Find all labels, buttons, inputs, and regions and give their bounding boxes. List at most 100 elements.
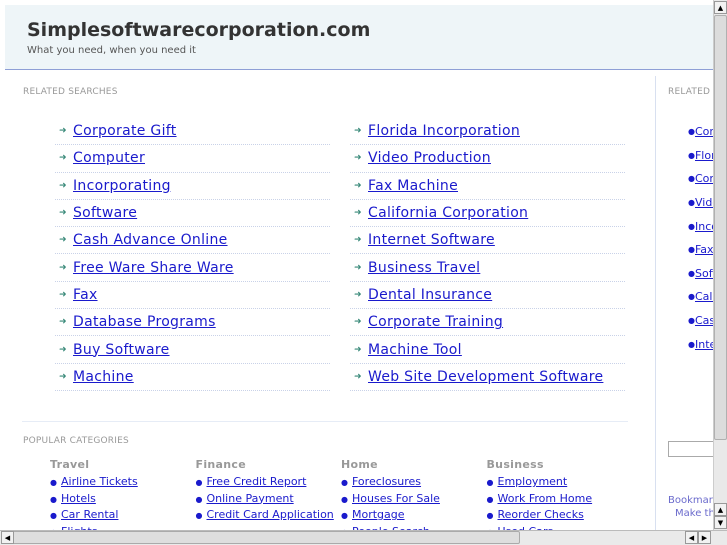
related-search-link[interactable]: Software [73,205,137,221]
related-searches-right: ➜ Florida Incorporation ➜ Video Production ➜… [350,118,625,391]
related-search-link[interactable]: Database Programs [73,314,216,330]
related-search-link[interactable]: Fax Machine [368,178,458,194]
related-search-link[interactable]: Corporate Gift [73,123,177,139]
category-link[interactable]: Online Payment [207,492,294,505]
related-search-item: ➜ Corporate Training [350,309,625,337]
bullet-icon: ● [688,316,695,326]
related-search-item: ➜ Cash Advance Online [55,227,330,255]
sidebar-link[interactable]: Video Production [695,196,713,209]
related-search-item: ➜ Free Ware Share Ware [55,254,330,282]
frame-scroll-down-icon[interactable]: ▼ [714,516,727,529]
make-homepage-link[interactable]: Make this [675,508,713,519]
category-link[interactable]: Houses For Sale [352,492,440,505]
vertical-scroll-thumb[interactable] [714,15,727,440]
related-search-item: ➜ Internet Software [350,227,625,255]
related-search-link[interactable]: Computer [73,150,145,166]
category-title: Home [341,458,378,471]
horizontal-scroll-thumb[interactable] [10,531,520,544]
sidebar-item: ●Incorporating [688,214,713,238]
related-search-link[interactable]: Free Ware Share Ware [73,260,234,276]
sidebar-link[interactable]: California Corporation [695,290,713,303]
related-search-link[interactable]: Fax [73,287,98,303]
category-link[interactable]: Mortgage [352,508,405,521]
sidebar-item: ●Corporate Gift [688,120,713,144]
scroll-up-icon[interactable]: ▲ [714,1,727,14]
bullet-icon: ● [50,511,57,520]
bullet-icon: ● [486,494,494,504]
sidebar-item: ●Internet Software [688,332,713,356]
bullet-icon: ● [195,511,203,520]
sidebar-link[interactable]: Incorporating [695,220,713,233]
arrow-icon: ➜ [59,371,67,382]
scroll-right-icon[interactable]: ▶ [698,531,711,544]
arrow-icon: ➜ [59,344,67,355]
related-search-item: ➜ Machine [55,364,330,391]
arrow-icon: ➜ [354,235,362,246]
sidebar-link[interactable]: Internet Software [695,338,713,351]
related-search-link[interactable]: Machine [73,369,134,385]
category-link[interactable]: Free Credit Report [207,475,307,488]
sidebar-search-input[interactable] [668,441,718,457]
sidebar-item: ●Florida Incorporation [688,144,713,168]
related-search-item: ➜ Software [55,200,330,228]
category-link[interactable]: Car Rental [61,508,118,521]
site-title: Simplesoftwarecorporation.com [27,19,371,41]
bullet-icon: ● [195,494,203,504]
arrow-icon: ➜ [354,371,362,382]
related-search-item: ➜ Corporate Gift [55,118,330,146]
arrow-icon: ➜ [59,153,67,164]
category-link[interactable]: Reorder Checks [498,508,584,521]
category-item: ● Free Credit Report [196,475,336,492]
related-search-item: ➜ Fax Machine [350,173,625,200]
arrow-icon: ➜ [354,126,362,137]
related-search-link[interactable]: Video Production [368,150,491,166]
category-item: ● Work From Home [487,492,627,509]
arrow-icon: ➜ [59,208,67,219]
sidebar-item: ●California Corporation [688,285,713,309]
sidebar-link[interactable]: Florida Incorporation [695,149,713,162]
category-item: ● Mortgage [341,508,481,525]
arrow-icon: ➜ [354,262,362,273]
sidebar-link[interactable]: Cash Advance [695,314,713,327]
bullet-icon: ● [341,511,348,520]
bookmark-link[interactable]: Bookmark [668,495,713,506]
category-finance: Finance ● Free Credit Report ● Online Paymen… [196,458,336,525]
category-travel: Travel ● Airline Tickets ● Hotels ● Car Rental… [50,458,190,541]
related-search-link[interactable]: Web Site Development Software [368,369,603,385]
category-link[interactable]: Work From Home [498,492,593,505]
related-search-link[interactable]: California Corporation [368,205,528,221]
related-search-link[interactable]: Business Travel [368,260,480,276]
bullet-icon: ● [688,150,695,160]
sidebar-link[interactable]: Software [695,267,713,280]
related-search-item: ➜ Video Production [350,145,625,173]
frame-scroll-up-icon[interactable]: ▲ [714,503,727,516]
site-header: Simplesoftwarecorporation.com What you n… [5,5,713,70]
scroll-left-icon[interactable]: ◀ [1,531,14,544]
related-search-link[interactable]: Internet Software [368,232,495,248]
category-link[interactable]: Airline Tickets [61,475,138,488]
related-search-link[interactable]: Buy Software [73,342,170,358]
related-search-link[interactable]: Florida Incorporation [368,123,520,139]
sidebar-link[interactable]: Fax Machine [695,243,713,256]
scroll-left-icon-2[interactable]: ◀ [685,531,698,544]
related-search-link[interactable]: Cash Advance Online [73,232,228,248]
category-link[interactable]: Credit Card Application [207,508,334,521]
related-search-link[interactable]: Machine Tool [368,342,462,358]
related-search-item: ➜ Fax [55,282,330,310]
related-search-link[interactable]: Corporate Training [368,314,503,330]
category-item: ● Online Payment [196,492,336,509]
related-search-item: ➜ Database Programs [55,309,330,337]
category-link[interactable]: Foreclosures [352,475,421,488]
category-link[interactable]: Hotels [61,492,96,505]
bullet-icon: ● [688,174,695,184]
site-tagline: What you need, when you need it [27,45,196,56]
popular-categories-heading: POPULAR CATEGORIES [23,436,129,446]
sidebar-link[interactable]: Computer [695,172,713,185]
related-search-link[interactable]: Incorporating [73,178,171,194]
sidebar-link[interactable]: Corporate Gift [695,125,713,138]
category-link[interactable]: Employment [498,475,568,488]
related-search-link[interactable]: Dental Insurance [368,287,492,303]
category-home: Home ● Foreclosures ● Houses For Sale ● Mortga… [341,458,481,541]
related-search-item: ➜ Dental Insurance [350,282,625,310]
arrow-icon: ➜ [59,126,67,137]
